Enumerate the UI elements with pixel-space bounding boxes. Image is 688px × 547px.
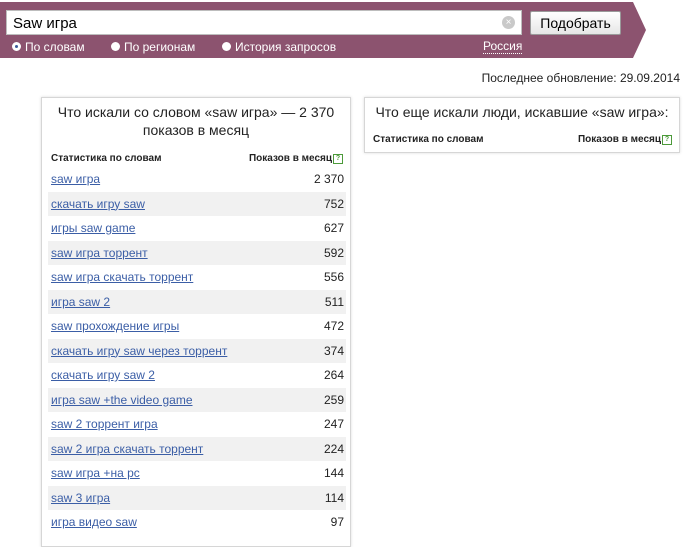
shows-count: 264 bbox=[323, 368, 344, 382]
shows-count: 627 bbox=[323, 221, 344, 235]
col-header-shows-label: Показов в месяц bbox=[248, 153, 332, 164]
table-row: игра saw +the video game 259 bbox=[48, 387, 346, 412]
table-row: saw игра торрент 592 bbox=[48, 240, 346, 265]
shows-count: 224 bbox=[323, 441, 344, 456]
table-row: saw игра 2 370 bbox=[48, 167, 346, 192]
clear-icon[interactable]: × bbox=[502, 16, 515, 29]
region-link[interactable]: Россия bbox=[483, 39, 523, 54]
col-header-stats: Статистика по словам bbox=[51, 153, 162, 164]
shows-count: 2 370 bbox=[313, 172, 344, 186]
phrase-link[interactable]: игры saw game bbox=[51, 221, 135, 235]
word-stats-title: Что искали со словом «saw игра» — 2 370 … bbox=[57, 104, 335, 138]
related-queries-panel: Что еще искали люди, искавшие «saw игра»… bbox=[364, 97, 680, 153]
phrase-link[interactable]: скачать игру saw bbox=[51, 197, 145, 211]
shows-count: 259 bbox=[323, 392, 344, 407]
table-row: saw 2 торрент игра 247 bbox=[48, 412, 346, 437]
table-row: скачать игру saw 2 264 bbox=[48, 363, 346, 388]
phrase-link[interactable]: игра видео saw bbox=[51, 515, 137, 529]
col-header-stats: Статистика по словам bbox=[373, 134, 484, 145]
search-input[interactable] bbox=[13, 14, 493, 32]
table-row: скачать игру saw 752 bbox=[48, 191, 346, 216]
shows-count: 97 bbox=[330, 515, 344, 529]
shows-count: 374 bbox=[323, 343, 344, 358]
table-row: saw прохождение игры 472 bbox=[48, 314, 346, 339]
word-stats-panel: Что искали со словом «saw игра» — 2 370 … bbox=[41, 97, 351, 547]
col-header-shows: Показов в месяц? bbox=[578, 134, 672, 145]
phrase-link[interactable]: saw игра +на pc bbox=[51, 466, 140, 480]
radio-query-history[interactable]: История запросов bbox=[222, 40, 336, 54]
search-box[interactable]: × bbox=[6, 10, 522, 35]
word-stats-table: saw игра 2 370 скачать игру saw 752 игры s… bbox=[48, 167, 346, 535]
radio-by-words[interactable]: По словам bbox=[12, 40, 85, 54]
radio-unchecked-icon bbox=[222, 42, 231, 52]
radio-by-regions-label: По регионам bbox=[124, 40, 196, 54]
radio-query-history-label: История запросов bbox=[235, 40, 337, 54]
help-icon[interactable]: ? bbox=[333, 154, 343, 164]
phrase-link[interactable]: saw прохождение игры bbox=[51, 319, 179, 333]
table-row: игра видео saw 97 bbox=[48, 510, 346, 535]
shows-count: 144 bbox=[323, 466, 344, 480]
radio-by-words-label: По словам bbox=[25, 40, 85, 54]
shows-count: 511 bbox=[324, 294, 344, 309]
radio-checked-icon bbox=[12, 42, 21, 52]
table-row: saw 3 игра 114 bbox=[48, 485, 346, 510]
table-row: игра saw 2 511 bbox=[48, 289, 346, 314]
phrase-link[interactable]: saw 3 игра bbox=[51, 491, 110, 505]
pick-button[interactable]: Подобрать bbox=[530, 11, 621, 35]
table-row: saw 2 игра скачать торрент 224 bbox=[48, 436, 346, 461]
table-row: saw игра +на pc 144 bbox=[48, 461, 346, 486]
phrase-link[interactable]: игра saw +the video game bbox=[51, 393, 193, 407]
phrase-link[interactable]: игра saw 2 bbox=[51, 295, 110, 309]
radio-by-regions[interactable]: По регионам bbox=[111, 40, 195, 54]
table-row: скачать игру saw через торрент 374 bbox=[48, 338, 346, 363]
phrase-link[interactable]: saw 2 игра скачать торрент bbox=[51, 442, 203, 456]
related-queries-title: Что еще искали люди, искавшие «saw игра»… bbox=[375, 104, 669, 120]
phrase-link[interactable]: saw игра bbox=[51, 172, 100, 186]
table-row: saw игра скачать торрент 556 bbox=[48, 265, 346, 290]
shows-count: 114 bbox=[324, 490, 344, 505]
shows-count: 752 bbox=[323, 196, 344, 211]
phrase-link[interactable]: скачать игру saw через торрент bbox=[51, 344, 227, 358]
shows-count: 556 bbox=[323, 270, 344, 284]
col-header-shows-label: Показов в месяц bbox=[577, 134, 661, 145]
phrase-link[interactable]: saw игра скачать торрент bbox=[51, 270, 193, 284]
shows-count: 472 bbox=[323, 319, 344, 333]
col-header-shows: Показов в месяц? bbox=[249, 153, 343, 164]
last-updated: Последнее обновление: 29.09.2014 bbox=[481, 71, 680, 85]
phrase-link[interactable]: saw игра торрент bbox=[51, 246, 148, 260]
shows-count: 592 bbox=[323, 245, 344, 260]
search-header: × Подобрать По словам По регионам Истори… bbox=[0, 0, 688, 60]
table-row: игры saw game 627 bbox=[48, 216, 346, 241]
phrase-link[interactable]: saw 2 торрент игра bbox=[51, 417, 158, 431]
radio-unchecked-icon bbox=[111, 42, 120, 52]
help-icon[interactable]: ? bbox=[662, 135, 672, 145]
shows-count: 247 bbox=[323, 417, 344, 431]
phrase-link[interactable]: скачать игру saw 2 bbox=[51, 368, 155, 382]
